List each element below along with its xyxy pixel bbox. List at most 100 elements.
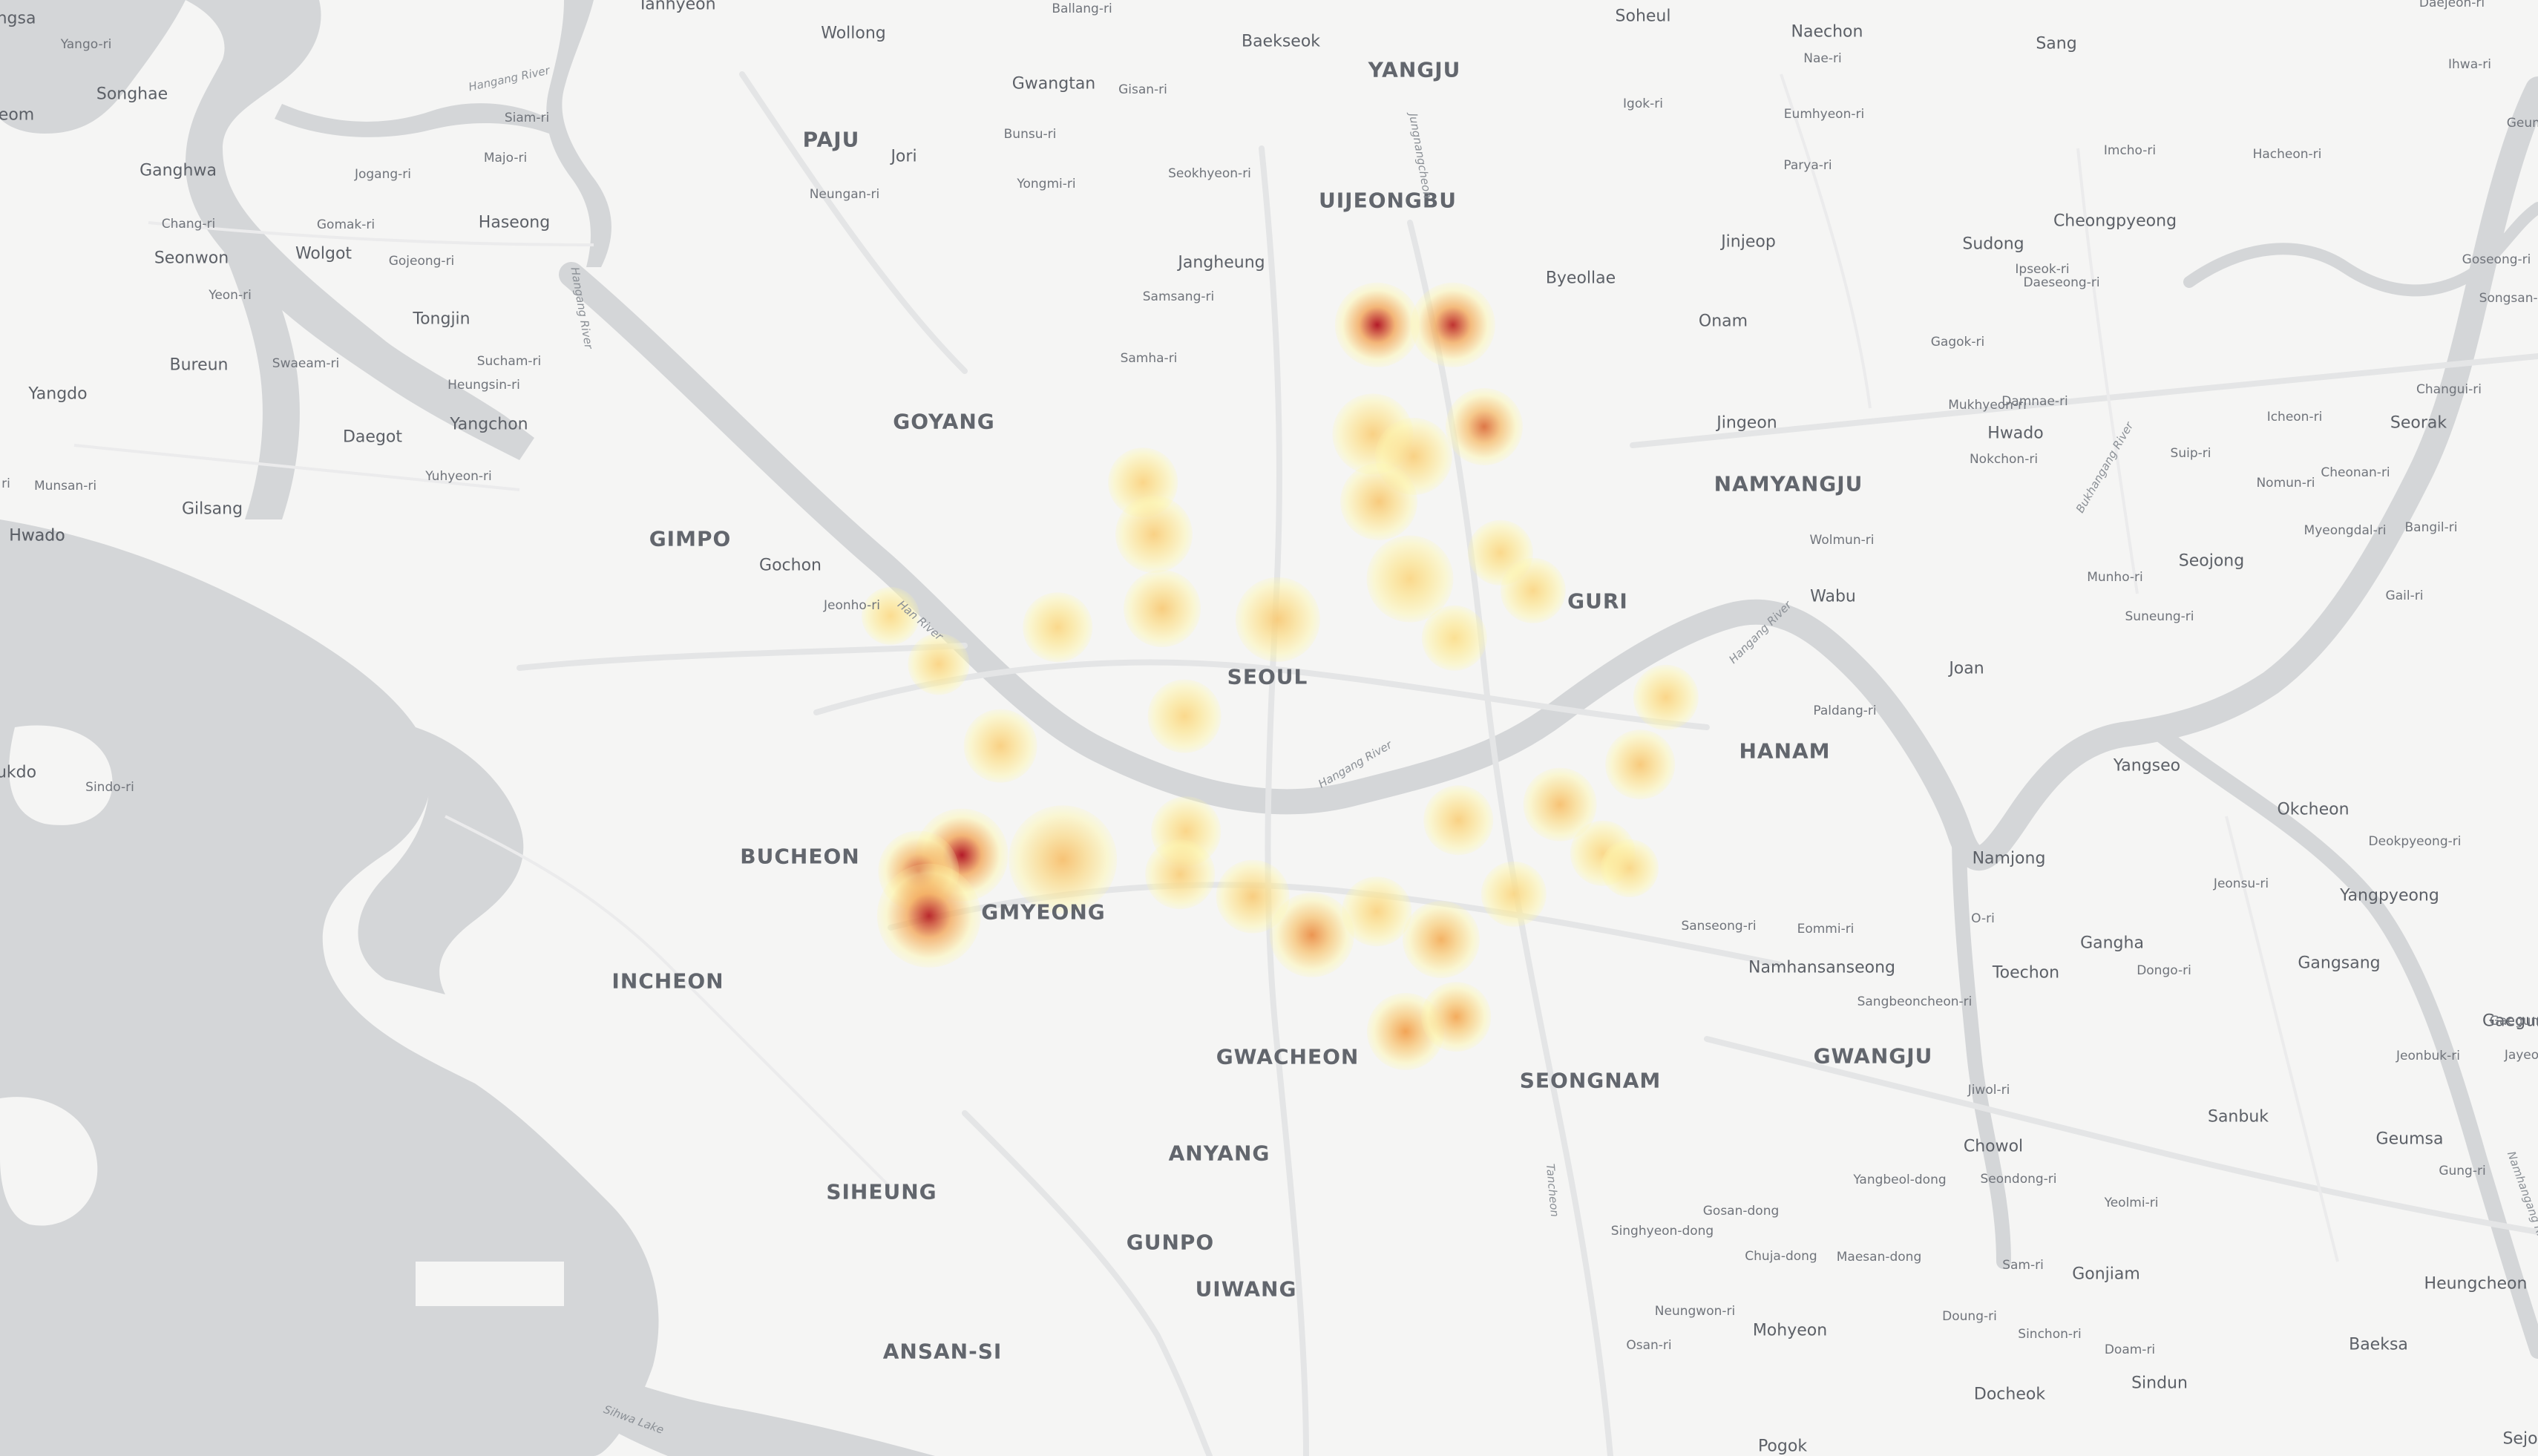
map-label-samhari: Samha-ri (1120, 351, 1178, 366)
map-label-river_hangang2: Hangang River (1726, 598, 1794, 666)
map-label-yango: Yango-ri (60, 37, 112, 52)
map-label-gisanri: Gisan-ri (1118, 82, 1167, 97)
map-label-majori: Majo-ri (483, 151, 528, 165)
map-label-seokhyeonri: Seokhyeon-ri (1168, 166, 1251, 181)
map-label-jinjeop: Jinjeop (1721, 232, 1776, 252)
map-label-neungwonri: Neungwon-ri (1654, 1304, 1736, 1319)
map-label-maesandong: Maesan-dong (1836, 1250, 1922, 1265)
map-label-sudong: Sudong (1962, 235, 2024, 254)
map-label-seorak: Seorak (2390, 413, 2447, 433)
map-label-damnaeri: Damnae-ri (2001, 394, 2068, 409)
map-label-naechon: Naechon (1791, 22, 1863, 42)
map-label-wabu: Wabu (1810, 587, 1856, 606)
map-label-changuiri: Changui-ri (2416, 382, 2482, 397)
map-label-seongnam: SEONGNAM (1519, 1068, 1662, 1093)
map-label-river_han2: Han River (895, 597, 945, 643)
map-label-icheonri: Icheon-ri (2266, 410, 2323, 424)
map-label-ukdo: ukdo (0, 763, 37, 782)
map-label-singheyeondong: Singhyeon-dong (1610, 1224, 1714, 1239)
map-label-suipri: Suip-ri (2170, 446, 2211, 461)
map-label-gochon: Gochon (759, 556, 822, 575)
map-label-gangsang: Gangsang (2298, 954, 2381, 973)
map-label-namyangju: NAMYANGJU (1714, 471, 1863, 496)
map-label-guri: GURI (1567, 588, 1628, 614)
map-label-gungri: Gung-ri (2439, 1164, 2486, 1178)
map-label-namhansanseong: Namhansanseong (1748, 958, 1895, 977)
map-label-gmyeong: GMYEONG (981, 899, 1106, 925)
map-label-seondongri: Seondong-ri (1980, 1172, 2057, 1187)
map-label-yuhyeonri: Yuhyeon-ri (425, 469, 492, 484)
map-label-munsanri: Munsan-ri (33, 479, 97, 493)
map-label-sanbuk: Sanbuk (2207, 1107, 2269, 1127)
map-label-river_hangang: Hangang River (467, 63, 551, 94)
map-label-seonwon: Seonwon (154, 249, 229, 268)
map-label-haseong: Haseong (478, 213, 551, 232)
map-label-eumhyeonri: Eumhyeon-ri (1783, 107, 1865, 122)
map-label-songhae: Songhae (96, 85, 168, 104)
map-label-dougri: Doung-ri (1942, 1309, 1997, 1324)
map-label-bunsuri: Bunsu-ri (1003, 127, 1057, 142)
map-label-river_tancheon: Tancheon (1543, 1163, 1562, 1218)
map-label-river_jungnang: Jungnangcheon (1406, 112, 1434, 200)
map-label-baeksa: Baeksa (2349, 1335, 2408, 1354)
map-label-yongmiri: Yongmi-ri (1017, 177, 1076, 191)
map-label-jori: Jori (891, 147, 917, 166)
map-label-sindun: Sindun (2131, 1374, 2188, 1393)
map-label-tongjin: Tongjin (413, 309, 470, 329)
map-label-gosandong: Gosan-dong (1702, 1204, 1780, 1219)
map-label-samsangri: Samsang-ri (1142, 289, 1215, 304)
map-label-joan: Joan (1949, 659, 1984, 678)
map-label-paju: PAJU (802, 127, 860, 152)
map-label-hacheonri: Hacheon-ri (2252, 147, 2322, 162)
map-label-sejo: Sejo (2502, 1429, 2538, 1449)
map-label-deokpyeongri: Deokpyeong-ri (2368, 834, 2462, 849)
map-label-nomunri: Nomun-ri (2256, 476, 2315, 491)
map-label-soheul: Soheul (1615, 7, 1671, 26)
map-label-geumdaeri: Geumdae-ri (2506, 116, 2538, 131)
map-label-hwado_sw: Hwado (9, 526, 65, 545)
map-label-yeonri: Yeon-ri (209, 288, 252, 303)
map-label-neunganri: Neungan-ri (809, 187, 880, 202)
map-label-yangseo: Yangseo (2113, 756, 2181, 775)
map-label-ngsa: ngsa (0, 9, 36, 28)
map-label-uijeongbu: UIJEONGBU (1319, 188, 1457, 213)
map-label-mohyeon: Mohyeon (1752, 1321, 1828, 1340)
map-label-changri: Chang-ri (161, 217, 216, 232)
map-label-igokri: Igok-ri (1623, 96, 1663, 111)
map-label-doamri: Doam-ri (2104, 1342, 2156, 1357)
map-label-onam: Onam (1698, 312, 1748, 331)
map-label-anyang: ANYANG (1168, 1141, 1270, 1166)
map-label-ballangri: Ballang-ri (1052, 1, 1112, 16)
map-label-eommiri: Eommi-ri (1797, 922, 1855, 937)
map-label-jiwolri: Jiwol-ri (1967, 1083, 2010, 1098)
map-label-goseongri: Goseong-ri (2462, 252, 2531, 267)
map-label-gangha: Gangha (2080, 934, 2144, 953)
map-label-okcheon: Okcheon (2277, 800, 2350, 819)
map-label-ipseokri: Ipseok-ri (2015, 262, 2070, 277)
map-label-imchori: Imcho-ri (2103, 143, 2157, 158)
map-label-sinchonri: Sinchon-ri (2018, 1327, 2082, 1342)
map-label-myeongdalri: Myeongdal-ri (2303, 523, 2387, 538)
map-label-samri: Sam-ri (2002, 1258, 2044, 1273)
map-label-namjong: Namjong (1972, 849, 2046, 868)
map-label-gomakri: Gomak-ri (316, 217, 376, 232)
map-label-jangheung: Jangheung (1178, 253, 1265, 272)
map-label-gilsang: Gilsang (181, 499, 243, 519)
map-label-gwangtan: Gwangtan (1011, 74, 1096, 94)
map-label-sanseongri: Sanseong-ri (1681, 919, 1757, 934)
map-canvas[interactable]: YANGJU UIJEONGBU PAJU GOYANG GIMPO SEOUL GURI N… (0, 0, 2538, 1456)
map-label-hanam: HANAM (1739, 738, 1831, 764)
map-label-toechon: Toechon (1992, 963, 2060, 983)
map-label-gojeongri: Gojeong-ri (388, 254, 455, 269)
map-label-bangilri: Bangil-ri (2404, 520, 2458, 535)
map-label-river_hangang_nw: Hangang River (568, 266, 596, 350)
map-label-suneungri: Suneung-ri (2125, 609, 2194, 624)
map-label-goyang: GOYANG (893, 409, 995, 434)
map-label-ganghwa: Ganghwa (140, 161, 217, 180)
map-label-siamri: Siam-ri (504, 111, 550, 125)
map-label-ri_w: ri (1, 476, 10, 491)
map-label-ansan: ANSAN-SI (882, 1339, 1003, 1364)
map-label-river_namhan: Namhangang River (2504, 1149, 2538, 1256)
map-label-jogangri: Jogang-ri (354, 167, 412, 182)
map-label-seojong: Seojong (2178, 551, 2245, 571)
